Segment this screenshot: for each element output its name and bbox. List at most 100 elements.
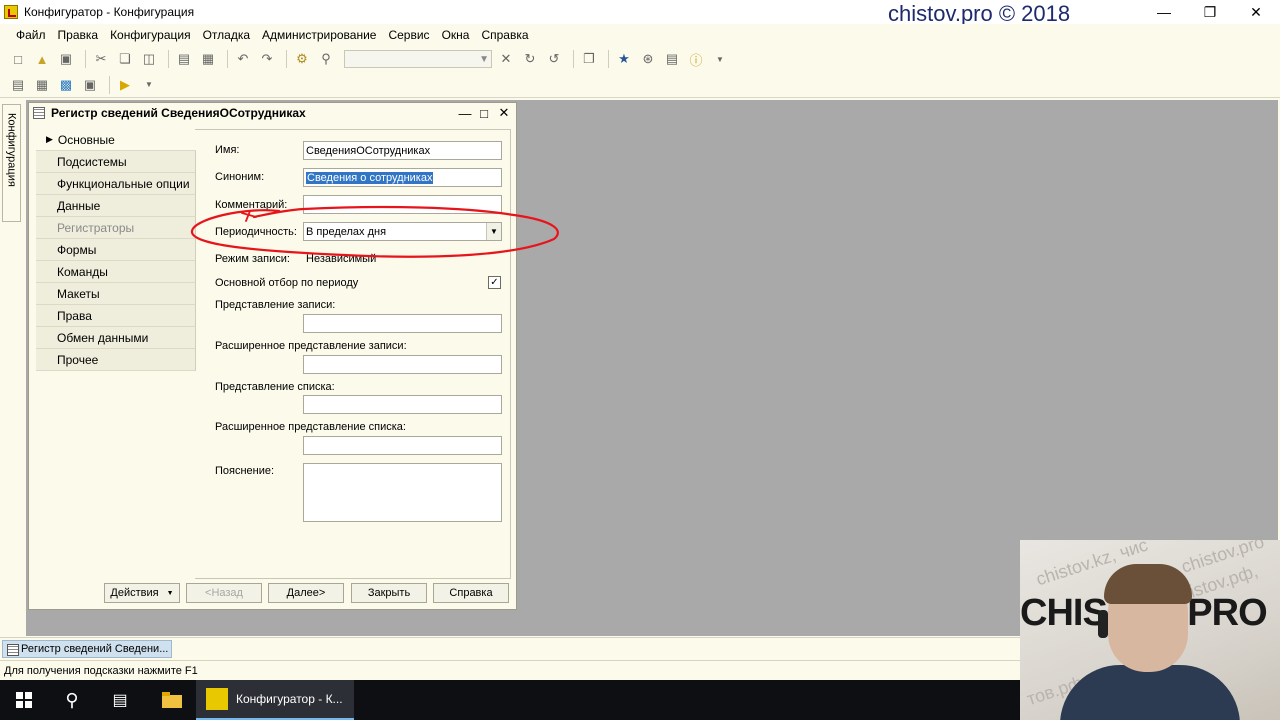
- presenter-body: [1060, 665, 1240, 720]
- register-dialog: Регистр сведений СведенияОСотрудниках — …: [28, 102, 559, 610]
- webcam-overlay: chistov.kz, чис chistov.pro chistov.рф, …: [1020, 540, 1280, 720]
- taskbar-app-configurator[interactable]: Конфигуратор - К...: [196, 680, 354, 720]
- cut-icon[interactable]: ✂: [91, 49, 111, 69]
- nav-item-main[interactable]: ▶ Основные: [36, 129, 196, 151]
- chevron-down-icon[interactable]: ▼: [710, 49, 730, 69]
- dialog-title: Регистр сведений СведенияОСотрудниках: [51, 106, 306, 120]
- save-icon[interactable]: ▣: [56, 49, 76, 69]
- help-button[interactable]: Справка: [433, 583, 509, 603]
- close-window-icon[interactable]: ✕: [1233, 0, 1279, 24]
- menu-service[interactable]: Сервис: [382, 28, 435, 42]
- menu-administration[interactable]: Администрирование: [256, 28, 382, 42]
- windows-icon[interactable]: ❐: [579, 49, 599, 69]
- dialog-title-bar[interactable]: Регистр сведений СведенияОСотрудниках: [29, 103, 516, 123]
- preview-icon[interactable]: ▦: [198, 49, 218, 69]
- triangle-right-icon: ▶: [46, 134, 53, 144]
- app-icon: [4, 5, 18, 19]
- table-icon[interactable]: ▤: [662, 49, 682, 69]
- menu-file[interactable]: Файл: [10, 28, 52, 42]
- record-presentation-field[interactable]: [303, 314, 502, 333]
- nav-item-data[interactable]: Данные: [36, 195, 196, 217]
- print-icon[interactable]: ▤: [174, 49, 194, 69]
- task-view-icon[interactable]: ▤: [96, 680, 144, 720]
- actions-label: Действия: [110, 587, 159, 599]
- find-icon[interactable]: ⚙: [292, 49, 312, 69]
- name-label: Имя:: [215, 144, 240, 156]
- windows-start-icon[interactable]: [0, 680, 48, 720]
- nav-item-label: Данные: [57, 198, 101, 213]
- ext-record-presentation-label: Расширенное представление записи:: [215, 340, 407, 352]
- nav-item-commands[interactable]: Команды: [36, 261, 196, 283]
- redo-icon[interactable]: ↷: [257, 49, 277, 69]
- ext-list-presentation-field[interactable]: [303, 436, 502, 455]
- name-field[interactable]: СведенияОСотрудниках: [303, 141, 502, 160]
- next-button[interactable]: Далее>: [268, 583, 344, 603]
- menu-help[interactable]: Справка: [475, 28, 534, 42]
- register-icon: [33, 107, 45, 119]
- presenter-hair: [1104, 564, 1192, 604]
- minimize-icon[interactable]: —: [1141, 0, 1187, 24]
- open-icon[interactable]: ▲: [32, 49, 52, 69]
- chevron-down-icon[interactable]: ▼: [139, 75, 159, 95]
- secondary-toolbar: ▤ ▦ ▩ ▣ ▶ ▼: [0, 72, 1280, 98]
- actions-button[interactable]: Действия ▼: [104, 583, 180, 603]
- search-input[interactable]: ▼: [344, 50, 492, 68]
- wizard-icon[interactable]: ★: [614, 49, 634, 69]
- search-icon[interactable]: ⚲: [48, 680, 96, 720]
- config-icon[interactable]: ▣: [80, 75, 100, 95]
- restore-icon[interactable]: ❐: [1187, 0, 1233, 24]
- folder-shape: [162, 692, 182, 708]
- explanation-field[interactable]: [303, 463, 502, 522]
- find-next-icon[interactable]: ↻: [520, 49, 540, 69]
- window-tab-register[interactable]: Регистр сведений Сведени...: [2, 640, 172, 658]
- update-db-icon[interactable]: ▩: [56, 75, 76, 95]
- headset-icon: [1098, 610, 1108, 638]
- paste-icon[interactable]: ◫: [139, 49, 159, 69]
- new-icon[interactable]: □: [8, 49, 28, 69]
- annotation-ellipse: [190, 205, 559, 258]
- search-icon[interactable]: ⚲: [316, 49, 336, 69]
- ext-record-presentation-field[interactable]: [303, 355, 502, 374]
- find-prev-icon[interactable]: ↺: [544, 49, 564, 69]
- list-presentation-label: Представление списка:: [215, 381, 335, 393]
- nav-item-label: Формы: [57, 242, 97, 257]
- copy-icon[interactable]: ❏: [115, 49, 135, 69]
- explanation-label: Пояснение:: [215, 465, 275, 477]
- syntax-helper-icon[interactable]: ⊛: [638, 49, 658, 69]
- ext-list-presentation-label: Расширенное представление списка:: [215, 421, 406, 433]
- menu-debug[interactable]: Отладка: [197, 28, 256, 42]
- clear-search-icon[interactable]: ✕: [496, 49, 516, 69]
- menu-edit[interactable]: Правка: [52, 28, 105, 42]
- close-button[interactable]: Закрыть: [351, 583, 427, 603]
- main-filter-checkbox[interactable]: ✓: [488, 276, 501, 289]
- status-text: Для получения подсказки нажмите F1: [4, 664, 198, 677]
- list-presentation-field[interactable]: [303, 395, 502, 414]
- configuration-side-tab[interactable]: Конфигурация: [2, 104, 21, 222]
- nav-item-rights[interactable]: Права: [36, 305, 196, 327]
- info-icon[interactable]: ⓘ: [686, 49, 706, 69]
- nav-item-data-exchange[interactable]: Обмен данными: [36, 327, 196, 349]
- window-title: Конфигуратор - Конфигурация: [24, 5, 195, 19]
- nav-item-templates[interactable]: Макеты: [36, 283, 196, 305]
- nav-item-label: Функциональные опции: [57, 176, 190, 191]
- compare-icon[interactable]: ▦: [32, 75, 52, 95]
- record-presentation-label: Представление записи:: [215, 299, 336, 311]
- dialog-minimize-icon[interactable]: —: [457, 105, 473, 121]
- menu-windows[interactable]: Окна: [436, 28, 476, 42]
- separator: [608, 50, 609, 68]
- synonym-field[interactable]: Сведения о сотрудниках: [303, 168, 502, 187]
- run-icon[interactable]: ▶: [115, 75, 135, 95]
- nav-item-label: Права: [57, 308, 92, 323]
- title-bar: Конфигуратор - Конфигурация chistov.pro …: [0, 0, 1280, 26]
- nav-item-functional-options[interactable]: Функциональные опции: [36, 173, 196, 195]
- undo-icon[interactable]: ↶: [233, 49, 253, 69]
- nav-item-label: Регистраторы: [57, 220, 135, 235]
- menu-configuration[interactable]: Конфигурация: [104, 28, 197, 42]
- nav-item-other[interactable]: Прочее: [36, 349, 196, 371]
- nav-item-forms[interactable]: Формы: [36, 239, 196, 261]
- db-icon[interactable]: ▤: [8, 75, 28, 95]
- dialog-maximize-icon[interactable]: □: [476, 105, 492, 121]
- nav-item-subsystems[interactable]: Подсистемы: [36, 151, 196, 173]
- folder-icon[interactable]: [148, 680, 196, 720]
- dialog-close-icon[interactable]: ✕: [496, 105, 512, 121]
